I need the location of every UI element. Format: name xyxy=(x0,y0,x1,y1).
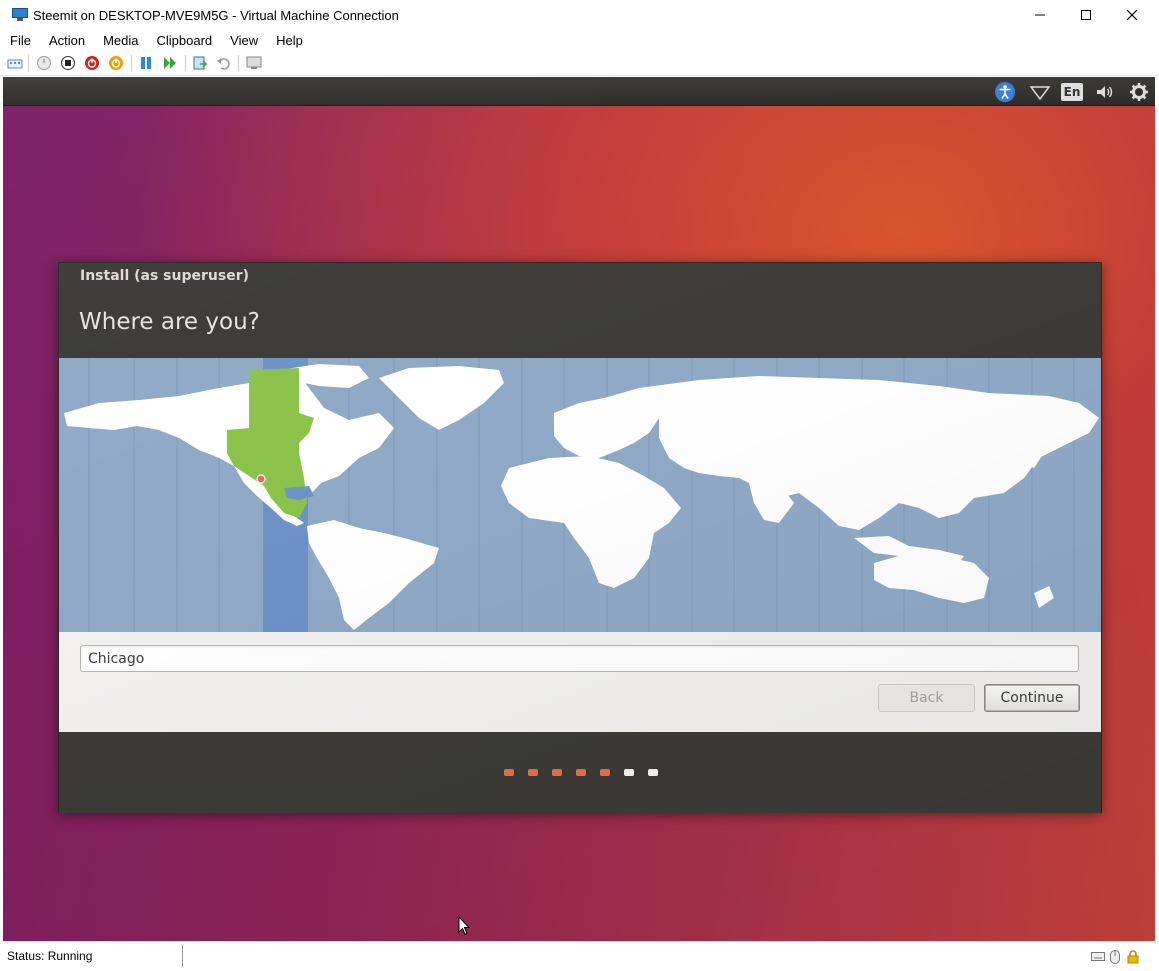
language-label: En xyxy=(1060,83,1084,101)
progress-dot xyxy=(624,769,634,776)
progress-dot xyxy=(648,769,658,776)
keyboard-icon xyxy=(1091,950,1105,963)
install-progress xyxy=(59,732,1101,813)
start-icon[interactable] xyxy=(36,55,52,71)
menu-help[interactable]: Help xyxy=(266,33,311,48)
continue-button[interactable]: Continue xyxy=(984,684,1080,712)
progress-dot xyxy=(576,769,586,776)
network-icon[interactable] xyxy=(1029,81,1051,103)
window-title: Steemit on DESKTOP-MVE9M5G - Virtual Mac… xyxy=(33,7,399,23)
installer-title: Install (as superuser) xyxy=(80,268,249,284)
menu-media[interactable]: Media xyxy=(93,33,146,48)
vm-display[interactable]: En Install (as superuser) Where are you? xyxy=(3,77,1155,941)
accessibility-icon[interactable] xyxy=(994,81,1016,103)
shutdown-icon[interactable] xyxy=(84,55,100,71)
ubuntu-top-panel: En xyxy=(3,77,1155,106)
mouse-cursor xyxy=(458,915,471,936)
window-titlebar: Steemit on DESKTOP-MVE9M5G - Virtual Mac… xyxy=(0,0,1159,30)
pause-icon[interactable] xyxy=(138,55,154,71)
resume-icon[interactable] xyxy=(162,55,178,71)
progress-dot xyxy=(528,769,538,776)
timezone-map[interactable] xyxy=(59,358,1101,632)
location-input[interactable]: Chicago xyxy=(80,645,1079,672)
back-button[interactable]: Back xyxy=(878,684,975,712)
language-indicator[interactable]: En xyxy=(1060,81,1084,103)
save-state-icon[interactable] xyxy=(108,55,124,71)
mouse-icon xyxy=(1110,950,1124,964)
progress-dot xyxy=(552,769,562,776)
status-text: Status: Running xyxy=(7,949,93,963)
revert-icon[interactable] xyxy=(216,55,232,71)
menu-view[interactable]: View xyxy=(220,33,266,48)
page-title: Where are you? xyxy=(79,309,260,335)
checkpoint-icon[interactable] xyxy=(192,55,208,71)
toolbar xyxy=(0,50,1159,76)
close-button[interactable] xyxy=(1109,0,1155,30)
ctrl-alt-del-icon[interactable] xyxy=(7,55,23,71)
minimize-button[interactable] xyxy=(1017,0,1063,30)
location-pane: Chicago Back Continue xyxy=(59,632,1101,732)
vm-frame-edge xyxy=(1155,77,1159,941)
menu-file[interactable]: File xyxy=(0,33,39,48)
turn-off-icon[interactable] xyxy=(60,55,76,71)
lock-icon xyxy=(1126,950,1140,964)
installer-window: Install (as superuser) Where are you? Ch… xyxy=(58,262,1102,813)
maximize-button[interactable] xyxy=(1063,0,1109,30)
menu-action[interactable]: Action xyxy=(39,33,93,48)
settings-gear-icon[interactable] xyxy=(1128,81,1150,103)
progress-dot xyxy=(600,769,610,776)
vm-connection-icon xyxy=(12,8,28,22)
menu-bar: File Action Media Clipboard View Help xyxy=(0,30,1159,50)
menu-clipboard[interactable]: Clipboard xyxy=(147,33,221,48)
status-bar: Status: Running xyxy=(0,941,1159,971)
volume-icon[interactable] xyxy=(1094,81,1116,103)
progress-dot xyxy=(504,769,514,776)
enhanced-session-icon[interactable] xyxy=(246,55,262,71)
